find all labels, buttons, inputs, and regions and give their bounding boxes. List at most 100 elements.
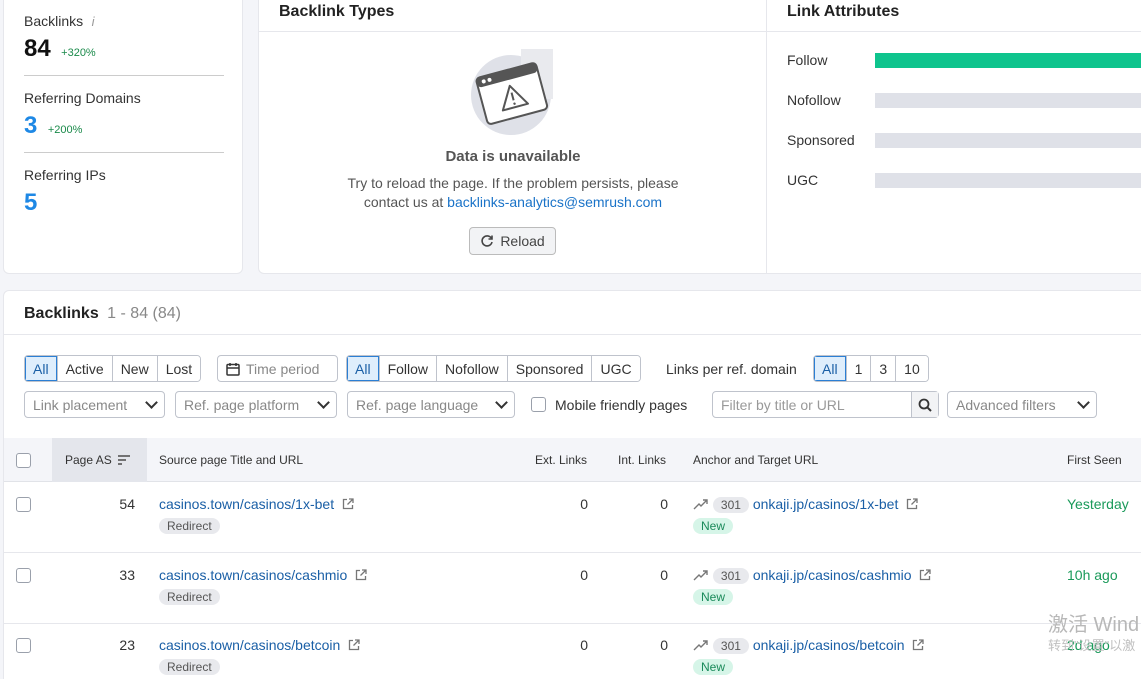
- search-button[interactable]: [911, 392, 938, 417]
- attr-ugc-label[interactable]: UGC: [787, 172, 818, 188]
- source-url: casinos.town/casinos/1x-bet Redirect: [159, 496, 354, 534]
- col-first-seen[interactable]: First Seen: [1067, 453, 1122, 467]
- source-url: casinos.town/casinos/cashmio Redirect: [159, 567, 367, 605]
- ref-page-language-dropdown[interactable]: Ref. page language: [347, 391, 515, 418]
- page-as-value: 54: [119, 496, 135, 512]
- redirect-tag: Redirect: [159, 518, 220, 534]
- link-placement-label: Link placement: [33, 396, 128, 413]
- ref-page-platform-label: Ref. page platform: [184, 396, 300, 413]
- external-link-icon[interactable]: [919, 569, 932, 581]
- source-url-link[interactable]: casinos.town/casinos/cashmio: [159, 567, 347, 583]
- int-links-value: 0: [660, 496, 668, 512]
- status-all[interactable]: All: [25, 356, 58, 381]
- attr-nofollow-bar: [875, 93, 1141, 108]
- backlinks-panel: Backlinks 1 - 84 (84) All Active New Los…: [3, 290, 1141, 679]
- backlink-types-card: Backlink Types Data is unavailable Try t…: [258, 0, 768, 274]
- row-checkbox[interactable]: [16, 497, 31, 512]
- advanced-filters-dropdown[interactable]: Advanced filters: [947, 391, 1097, 418]
- attr-follow-bar: [875, 53, 1141, 68]
- status-active[interactable]: Active: [57, 356, 113, 381]
- ext-links-value: 0: [580, 496, 588, 512]
- referring-domains-stat: Referring Domains 3 +200%: [24, 90, 224, 140]
- external-link-icon[interactable]: [906, 498, 918, 510]
- new-tag: New: [693, 518, 734, 534]
- anchor-target: 301 onkaji.jp/casinos/cashmio New: [693, 567, 932, 605]
- support-email-link[interactable]: backlinks-analytics@semrush.com: [447, 194, 662, 210]
- target-url-link[interactable]: onkaji.jp/casinos/1x-bet: [753, 496, 899, 512]
- lpd-10[interactable]: 10: [896, 356, 928, 381]
- external-link-icon[interactable]: [355, 569, 367, 581]
- redirect-arrow-icon: [693, 570, 708, 581]
- col-ext-links[interactable]: Ext. Links: [535, 453, 587, 467]
- col-source: Source page Title and URL: [159, 453, 304, 467]
- referring-ips-label: Referring IPs: [24, 167, 106, 183]
- row-checkbox[interactable]: [16, 568, 31, 583]
- backlinks-count: 1 - 84 (84): [107, 305, 181, 322]
- ext-links-value: 0: [580, 567, 588, 583]
- source-url-link[interactable]: casinos.town/casinos/1x-bet: [159, 496, 334, 512]
- backlinks-title-text: Backlinks: [24, 305, 99, 322]
- row-checkbox[interactable]: [16, 638, 31, 653]
- status-new[interactable]: New: [112, 356, 158, 381]
- lpd-1[interactable]: 1: [846, 356, 872, 381]
- attr-nofollow-label[interactable]: Nofollow: [787, 92, 841, 108]
- redirect-tag: Redirect: [159, 589, 220, 605]
- col-anchor: Anchor and Target URL: [693, 453, 819, 467]
- new-tag: New: [693, 589, 734, 605]
- status-code-badge: 301: [712, 568, 749, 584]
- attr-sponsored-bar: [875, 133, 1141, 148]
- filter-search: [712, 391, 939, 418]
- chevron-down-icon: [495, 395, 508, 409]
- reload-label: Reload: [500, 233, 545, 249]
- data-unavailable-message: Try to reload the page. If the problem p…: [259, 174, 767, 212]
- target-url-link[interactable]: onkaji.jp/casinos/cashmio: [753, 567, 912, 583]
- info-icon[interactable]: i: [92, 14, 95, 29]
- backlinks-label: Backlinks: [24, 13, 84, 29]
- sort-icon: [118, 455, 131, 465]
- links-per-domain-filter: All 1 3 10: [813, 355, 929, 382]
- target-url-link[interactable]: onkaji.jp/casinos/betcoin: [753, 637, 905, 653]
- chevron-down-icon: [1077, 395, 1090, 409]
- reload-button[interactable]: Reload: [469, 227, 556, 255]
- browser-warning-icon: [471, 49, 553, 135]
- unavailable-text-line2: contact us at: [363, 194, 444, 210]
- status-lost[interactable]: Lost: [157, 356, 201, 381]
- time-period-label: Time period: [246, 360, 320, 377]
- os-activation-watermark-sub: 转到"设置"以激: [1048, 638, 1136, 653]
- attr-filter-follow[interactable]: Follow: [379, 356, 438, 381]
- col-page-as[interactable]: Page AS: [65, 453, 131, 467]
- link-placement-dropdown[interactable]: Link placement: [24, 391, 165, 418]
- filter-search-input[interactable]: [713, 392, 911, 417]
- external-link-icon[interactable]: [348, 639, 360, 651]
- select-all-checkbox[interactable]: [16, 453, 31, 468]
- new-tag: New: [693, 659, 734, 675]
- divider: [259, 31, 767, 32]
- attribute-filter: All Follow Nofollow Sponsored UGC: [346, 355, 641, 382]
- attr-filter-all[interactable]: All: [347, 356, 380, 381]
- data-unavailable-title: Data is unavailable: [445, 148, 581, 165]
- source-url-link[interactable]: casinos.town/casinos/betcoin: [159, 637, 340, 653]
- chevron-down-icon: [317, 395, 330, 409]
- attr-filter-nofollow[interactable]: Nofollow: [437, 356, 508, 381]
- attr-filter-sponsored[interactable]: Sponsored: [507, 356, 593, 381]
- mobile-friendly-label: Mobile friendly pages: [555, 397, 688, 413]
- time-period-button[interactable]: Time period: [217, 355, 338, 382]
- mobile-friendly-checkbox[interactable]: [531, 397, 546, 412]
- divider: [767, 31, 1141, 32]
- divider: [24, 75, 224, 76]
- attr-filter-ugc[interactable]: UGC: [592, 356, 640, 381]
- attr-sponsored-label[interactable]: Sponsored: [787, 132, 855, 148]
- col-int-links[interactable]: Int. Links: [618, 453, 666, 467]
- referring-ips-value[interactable]: 5: [24, 189, 37, 217]
- first-seen-value: 10h ago: [1067, 567, 1118, 583]
- lpd-all[interactable]: All: [814, 356, 847, 381]
- backlinks-value: 84: [24, 35, 51, 62]
- lpd-3[interactable]: 3: [871, 356, 897, 381]
- external-link-icon[interactable]: [912, 639, 925, 651]
- ref-page-platform-dropdown[interactable]: Ref. page platform: [175, 391, 337, 418]
- referring-domains-value[interactable]: 3: [24, 112, 37, 140]
- external-link-icon[interactable]: [342, 498, 354, 510]
- attr-follow-label[interactable]: Follow: [787, 52, 827, 68]
- link-attributes-title: Link Attributes: [787, 3, 900, 20]
- table-row: 23 casinos.town/casinos/betcoin Redirect…: [4, 624, 1141, 679]
